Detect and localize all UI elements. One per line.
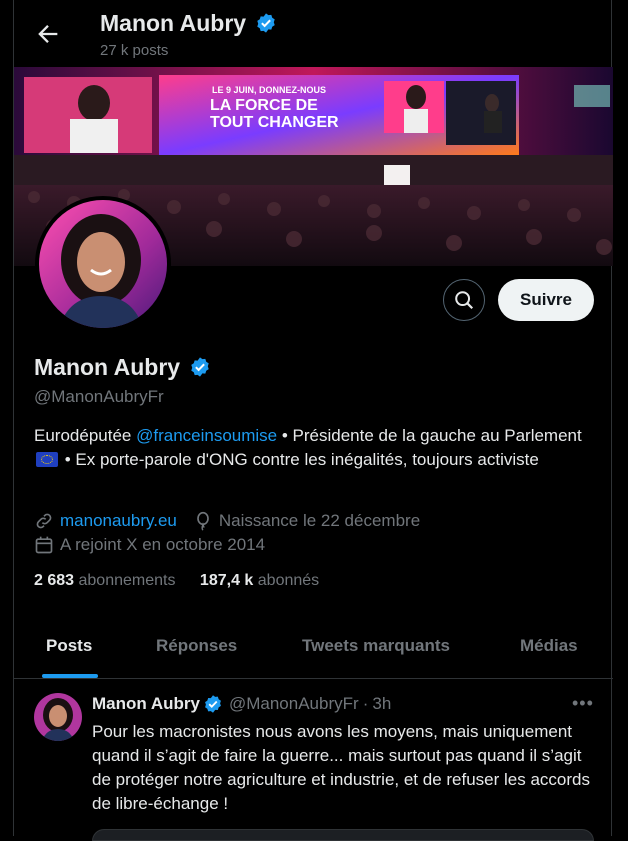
post-time[interactable]: 3h xyxy=(372,694,391,714)
profile-meta-row-2: A rejoint X en octobre 2014 xyxy=(34,535,265,555)
banner-slogan-1: LE 9 JUIN, DONNEZ-NOUS xyxy=(212,85,326,95)
follow-stats: 2 683 abonnements 187,4 k abonnés xyxy=(34,572,319,590)
back-arrow-icon[interactable] xyxy=(34,20,62,48)
following-stat[interactable]: 2 683 abonnements xyxy=(34,572,175,589)
follow-button[interactable]: Suivre xyxy=(498,279,594,321)
post-media-preview[interactable] xyxy=(92,829,594,841)
followers-stat[interactable]: 187,4 k abonnés xyxy=(200,572,319,589)
eu-flag-icon xyxy=(36,452,58,467)
following-count: 2 683 xyxy=(34,572,75,589)
profile-handle: @ManonAubryFr xyxy=(34,387,164,406)
followers-label: abonnés xyxy=(257,572,320,589)
post-header: Manon Aubry @ManonAubryFr · 3h xyxy=(92,694,391,714)
balloon-icon xyxy=(197,511,209,531)
verified-badge-icon xyxy=(205,695,221,713)
post-author-name[interactable]: Manon Aubry xyxy=(92,694,200,714)
link-icon xyxy=(36,513,52,529)
profile-column: Manon Aubry 27 k posts LE 9 JUIN, DONNEZ… xyxy=(13,0,613,841)
posts-count: 27 k posts xyxy=(100,42,169,59)
banner-slogan-2: LA FORCE DE xyxy=(210,97,318,114)
followers-count: 187,4 k xyxy=(199,572,254,589)
banner-slogan-3: TOUT CHANGER xyxy=(210,114,339,131)
profile-meta-row-1: manonaubry.eu Naissance le 22 décembre xyxy=(34,511,420,531)
birthday-text: Naissance le 22 décembre xyxy=(218,511,421,530)
topbar-title: Manon Aubry xyxy=(100,10,277,37)
post-dot-separator: · xyxy=(362,694,369,713)
bio-text-3: • Ex porte-parole d'ONG contre les inéga… xyxy=(60,450,539,469)
profile-name: Manon Aubry xyxy=(34,354,211,381)
verified-badge-icon xyxy=(191,357,210,377)
post-avatar[interactable] xyxy=(34,693,82,741)
top-bar: Manon Aubry 27 k posts xyxy=(14,0,611,68)
profile-bio: Eurodéputée @franceinsoumise • Président… xyxy=(34,424,594,472)
active-tab-indicator xyxy=(42,674,98,678)
joined-text: A rejoint X en octobre 2014 xyxy=(60,535,266,554)
bio-text-1: Eurodéputée xyxy=(34,426,137,445)
post-avatar-image xyxy=(34,693,82,741)
profile-name-text: Manon Aubry xyxy=(34,354,181,380)
post-item[interactable]: Manon Aubry @ManonAubryFr · 3h ••• Pour … xyxy=(14,679,613,841)
tab-highlights[interactable]: Tweets marquants xyxy=(302,636,450,656)
calendar-icon xyxy=(35,536,53,554)
profile-avatar[interactable] xyxy=(35,196,171,332)
post-author-handle[interactable]: @ManonAubryFr xyxy=(229,694,359,714)
following-label: abonnements xyxy=(78,572,176,589)
search-icon xyxy=(455,291,474,310)
topbar-name: Manon Aubry xyxy=(100,10,247,36)
more-options-icon[interactable]: ••• xyxy=(572,693,594,714)
bio-text-2: • Présidente de la gauche au Parlement xyxy=(277,426,582,445)
website-link[interactable]: manonaubry.eu xyxy=(60,511,177,531)
tab-media[interactable]: Médias xyxy=(520,636,578,656)
avatar-image xyxy=(39,200,167,328)
post-text: Pour les macronistes nous avons les moye… xyxy=(92,722,590,813)
verified-badge-icon xyxy=(257,13,276,33)
tab-posts[interactable]: Posts xyxy=(46,636,92,656)
search-profile-button[interactable] xyxy=(443,279,485,321)
bio-mention-link[interactable]: @franceinsoumise xyxy=(136,426,277,445)
tab-replies[interactable]: Réponses xyxy=(156,636,237,656)
profile-tabs: Posts Réponses Tweets marquants Médias xyxy=(14,618,613,679)
